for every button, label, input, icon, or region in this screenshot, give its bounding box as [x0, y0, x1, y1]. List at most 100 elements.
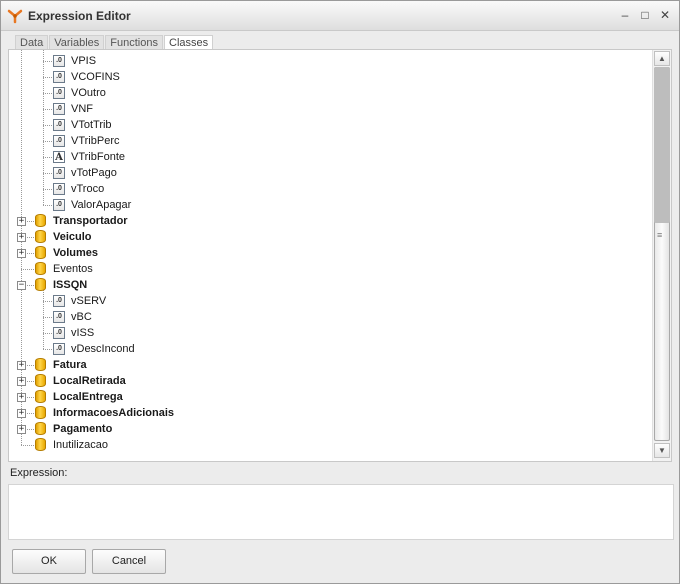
tree-node-label: VCOFINS — [71, 71, 120, 83]
database-icon — [35, 358, 46, 371]
numeric-field-icon: .0 — [53, 295, 65, 307]
numeric-field-icon: .0 — [53, 327, 65, 339]
tree-node-label: Inutilizacao — [53, 439, 109, 451]
tree-node[interactable]: .0 ValorApagar — [9, 197, 652, 213]
tree-node[interactable]: .0 VTotTrib — [9, 117, 652, 133]
tree-node-label: vTroco — [71, 183, 105, 195]
tree-node[interactable]: .0 vISS — [9, 325, 652, 341]
tree-node-label: vSERV — [71, 295, 107, 307]
scrollbar-track[interactable] — [654, 67, 670, 223]
numeric-field-icon: .0 — [53, 87, 65, 99]
database-icon — [35, 422, 46, 435]
database-icon — [35, 262, 46, 275]
window-title: Expression Editor — [28, 9, 131, 23]
class-tree[interactable]: .0 VPIS .0 VCOFINS .0 VOutro .0 VNF .0 VTotTrib .0… — [9, 50, 652, 461]
tree-node-label: Fatura — [53, 359, 87, 371]
database-icon — [35, 438, 46, 451]
tab-strip: Data Variables Functions Classes — [15, 35, 214, 50]
numeric-field-icon: .0 — [53, 55, 65, 67]
tree-node[interactable]: + Volumes — [9, 245, 652, 261]
tree-node[interactable]: + InformacoesAdicionais — [9, 405, 652, 421]
tree-node[interactable]: + LocalRetirada — [9, 373, 652, 389]
tree-node-label: VTribFonte — [71, 151, 126, 163]
database-icon — [35, 406, 46, 419]
tree-node-label: vTotPago — [71, 167, 117, 179]
scroll-down-button[interactable]: ▼ — [654, 443, 670, 458]
database-icon — [35, 374, 46, 387]
expression-input[interactable] — [8, 484, 674, 540]
tree-node-label: ISSQN — [53, 279, 88, 291]
tree-node[interactable]: + Transportador — [9, 213, 652, 229]
tree-connector-line — [43, 109, 52, 110]
numeric-field-icon: .0 — [53, 167, 65, 179]
tree-node[interactable]: A VTribFonte — [9, 149, 652, 165]
collapse-icon[interactable]: − — [17, 281, 26, 290]
title-bar[interactable]: Expression Editor – □ ✕ — [1, 1, 679, 31]
expand-icon[interactable]: + — [17, 361, 26, 370]
scrollbar-grip-icon: ≡ — [657, 230, 663, 240]
maximize-button[interactable]: □ — [636, 7, 654, 23]
tree-node-label: VNF — [71, 103, 93, 115]
tree-connector-line — [43, 333, 52, 334]
tree-node[interactable]: .0 VNF — [9, 101, 652, 117]
tree-node-label: VOutro — [71, 87, 106, 99]
expand-icon[interactable]: + — [17, 393, 26, 402]
database-icon — [35, 230, 46, 243]
database-icon — [35, 278, 46, 291]
tree-node[interactable]: Inutilizacao — [9, 437, 652, 453]
tree-node[interactable]: .0 vBC — [9, 309, 652, 325]
tree-node[interactable]: .0 vSERV — [9, 293, 652, 309]
ok-button[interactable]: OK — [12, 549, 86, 574]
tree-connector-line — [43, 205, 52, 206]
database-icon — [35, 390, 46, 403]
cancel-button[interactable]: Cancel — [92, 549, 166, 574]
tree-node-label: VPIS — [71, 55, 97, 67]
minimize-button[interactable]: – — [616, 7, 634, 23]
tree-node[interactable]: + Pagamento — [9, 421, 652, 437]
expand-icon[interactable]: + — [17, 409, 26, 418]
expression-label: Expression: — [10, 467, 68, 479]
scroll-up-button[interactable]: ▲ — [654, 51, 670, 66]
expand-icon[interactable]: + — [17, 217, 26, 226]
numeric-field-icon: .0 — [53, 119, 65, 131]
numeric-field-icon: .0 — [53, 183, 65, 195]
tab-classes[interactable]: Classes — [164, 35, 214, 50]
tree-node-label: InformacoesAdicionais — [53, 407, 175, 419]
expand-icon[interactable]: + — [17, 425, 26, 434]
app-logo-icon — [7, 9, 23, 24]
tree-node-label: Veiculo — [53, 231, 92, 243]
tree-node[interactable]: .0 VTribPerc — [9, 133, 652, 149]
tree-connector-line — [43, 125, 52, 126]
tree-connector-line — [43, 301, 52, 302]
tree-connector-line — [43, 317, 52, 318]
tab-data[interactable]: Data — [15, 35, 49, 50]
tree-node[interactable]: .0 vTroco — [9, 181, 652, 197]
tree-panel: .0 VPIS .0 VCOFINS .0 VOutro .0 VNF .0 VTotTrib .0… — [8, 49, 672, 462]
tab-functions[interactable]: Functions — [105, 35, 163, 50]
tree-connector-line — [43, 349, 52, 350]
expand-icon[interactable]: + — [17, 249, 26, 258]
expression-editor-window: Expression Editor – □ ✕ Data Variables F… — [0, 0, 680, 584]
tree-node[interactable]: + Veiculo — [9, 229, 652, 245]
tree-node[interactable]: .0 VPIS — [9, 53, 652, 69]
tree-node-label: Transportador — [53, 215, 128, 227]
tree-node[interactable]: + LocalEntrega — [9, 389, 652, 405]
vertical-scrollbar[interactable]: ▲ ≡ ▼ — [652, 50, 671, 461]
tree-node-label: vISS — [71, 327, 95, 339]
tree-node[interactable]: − ISSQN — [9, 277, 652, 293]
tree-node[interactable]: .0 VCOFINS — [9, 69, 652, 85]
expand-icon[interactable]: + — [17, 233, 26, 242]
tree-node-label: LocalRetirada — [53, 375, 126, 387]
tab-variables[interactable]: Variables — [49, 35, 105, 50]
tree-node-label: Eventos — [53, 263, 93, 275]
tree-node[interactable]: Eventos — [9, 261, 652, 277]
database-icon — [35, 214, 46, 227]
expand-icon[interactable]: + — [17, 377, 26, 386]
tree-node[interactable]: .0 vTotPago — [9, 165, 652, 181]
tree-node[interactable]: + Fatura — [9, 357, 652, 373]
tree-node[interactable]: .0 vDescIncond — [9, 341, 652, 357]
tree-node[interactable]: .0 VOutro — [9, 85, 652, 101]
close-button[interactable]: ✕ — [656, 7, 674, 23]
tree-connector-line — [21, 269, 34, 270]
numeric-field-icon: .0 — [53, 311, 65, 323]
